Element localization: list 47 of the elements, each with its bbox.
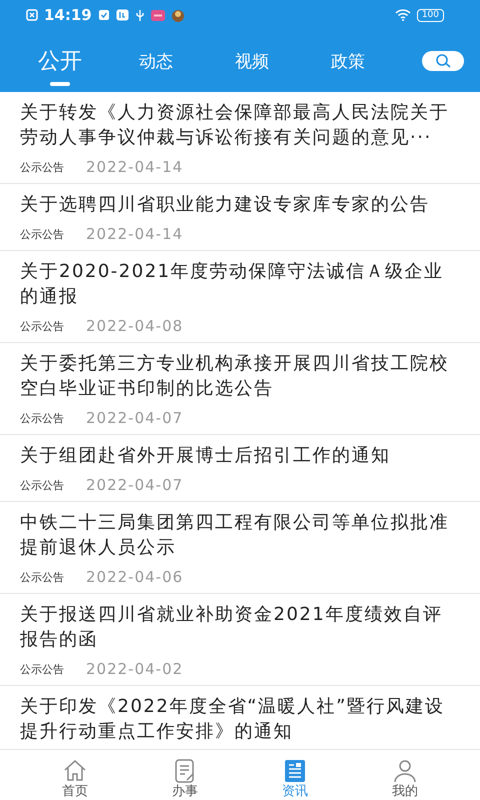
news-date: 2022-04-14 — [86, 225, 184, 243]
news-item[interactable]: 关于选聘四川省职业能力建设专家库专家的公告 公示公告 2022-04-14 — [0, 184, 480, 251]
news-item[interactable]: 关于委托第三方专业机构承接开展四川省技工院校空白毕业证书印制的比选公告 公示公告 2022-04-07 — [0, 343, 480, 435]
news-item[interactable]: 关于报送四川省就业补助资金2021年度绩效自评报告的函 公示公告 2022-04-02 — [0, 594, 480, 686]
news-item[interactable]: 关于2020-2021年度劳动保障守法诚信Ａ级企业的通报 公示公告 2022-04-08 — [0, 251, 480, 343]
news-title: 关于组团赴省外开展博士后招引工作的通知 — [20, 444, 392, 468]
news-date: 2022-04-07 — [86, 409, 184, 427]
home-icon — [62, 758, 88, 784]
news-item[interactable]: 关于转发《人力资源社会保障部最高人民法院关于劳动人事争议仲裁与诉讼衔接有关问题的意见··· 公示公告 2022-04-14 — [0, 92, 480, 184]
wifi-icon — [394, 9, 411, 21]
news-category: 公示公告 — [20, 226, 64, 242]
person-icon — [392, 758, 418, 784]
app-icon — [116, 9, 129, 21]
news-category: 公示公告 — [20, 318, 64, 334]
app-icon — [150, 10, 165, 20]
news-category: 公示公告 — [20, 160, 64, 174]
news-category: 公示公告 — [20, 478, 64, 492]
news-category: 公示公告 — [20, 570, 64, 584]
news-title: 中铁二十三局集团第四工程有限公司等单位拟批准提前退休人员公示 — [20, 511, 450, 560]
news-category: 公示公告 — [20, 410, 64, 426]
nav-tab[interactable]: 首页 — [56, 756, 94, 800]
nav-tab[interactable]: 资讯 — [276, 756, 314, 800]
news-title: 关于选聘四川省职业能力建设专家库专家的公告 — [20, 193, 430, 217]
news-item[interactable]: 中铁二十三局集团第四工程有限公司等单位拟批准提前退休人员公示 公示公告 2022-04-06 — [0, 502, 480, 594]
status-time: 14:19 — [44, 6, 92, 24]
news-title: 关于2020-2021年度劳动保障守法诚信Ａ级企业的通报 — [20, 260, 445, 309]
news-title: 关于印发《2022年度全省“温暖人社”暨行风建设提升行动重点工作安排》的通知 — [20, 695, 446, 744]
news-item[interactable]: 关于组团赴省外开展博士后招引工作的通知 公示公告 2022-04-07 — [0, 435, 480, 502]
game-icon — [170, 8, 185, 22]
news-category: 公示公告 — [20, 662, 64, 676]
search-icon — [433, 53, 453, 69]
news-title: 关于委托第三方专业机构承接开展四川省技工院校空白毕业证书印制的比选公告 — [20, 352, 450, 401]
news-date: 2022-04-02 — [86, 660, 184, 678]
nav-tab[interactable]: 我的 — [386, 756, 424, 800]
screenshot-icon — [26, 9, 38, 21]
nav-tab[interactable]: 办事 — [166, 756, 204, 800]
news-date: 2022-04-06 — [86, 568, 184, 586]
news-title: 关于转发《人力资源社会保障部最高人民法院关于劳动人事争议仲裁与诉讼衔接有关问题的意见··· — [20, 101, 450, 150]
news-date: 2022-04-08 — [86, 317, 184, 335]
search-button[interactable] — [422, 51, 464, 71]
clipboard-icon — [98, 9, 110, 21]
usb-icon — [134, 8, 145, 22]
news-item[interactable]: 关于印发《2022年度全省“温暖人社”暨行风建设提升行动重点工作安排》的通知 — [0, 686, 480, 750]
news-title: 关于报送四川省就业补助资金2021年度绩效自评报告的函 — [20, 603, 444, 652]
news-date: 2022-04-14 — [86, 158, 184, 176]
news-date: 2022-04-07 — [86, 476, 184, 494]
battery-indicator: 100 — [416, 8, 444, 22]
